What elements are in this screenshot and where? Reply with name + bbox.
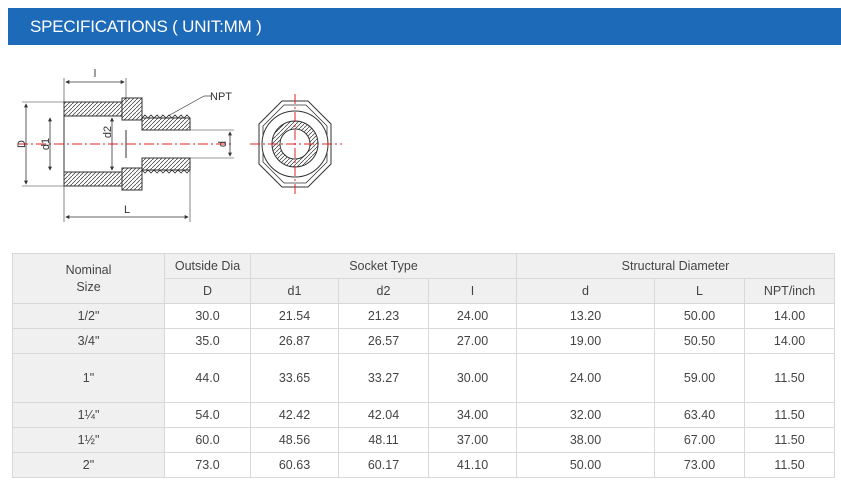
d1-label: d1 [40,138,52,150]
table-group-header-row: Nominal Size Outside Dia Socket Type Str… [12,253,836,304]
table-cell: 50.00 [516,452,655,478]
table-row: 1½" 60.0 48.56 48.11 37.00 38.00 67.00 1… [12,427,836,453]
col-header-D: D [164,278,251,304]
col-header-d: d [516,278,655,304]
d2-label: d2 [102,126,114,138]
table-cell: 54.0 [164,402,251,428]
table-cell: 73.0 [164,452,251,478]
table-cell: 44.0 [164,353,251,403]
col-header-npt-inch: NPT/inch [743,278,836,304]
technical-drawing: NPT D d1 d2 d l L [0,60,360,235]
table-cell: 63.40 [654,402,745,428]
nominal-size-header: Nominal Size [12,253,165,304]
table-cell: 60.63 [250,452,339,478]
table-cell: 32.00 [516,402,655,428]
socket-type-header: Socket Type [250,253,517,279]
size-cell: 1¼" [12,402,165,428]
table-cell: 30.0 [164,303,251,329]
table-cell: 30.00 [428,353,517,403]
table-cell: 13.20 [516,303,655,329]
specifications-table: Nominal Size Outside Dia Socket Type Str… [12,253,836,478]
table-cell: 11.50 [743,353,836,403]
l-label: l [94,68,96,80]
table-cell: 50.50 [654,328,745,354]
table-cell: 14.00 [743,303,836,329]
side-view: NPT D d1 d2 d l L [16,68,234,222]
table-cell: 50.00 [654,303,745,329]
L-label: L [124,204,130,216]
table-cell: 27.00 [428,328,517,354]
table-cell: 11.50 [743,402,836,428]
table-cell: 38.00 [516,427,655,453]
table-cell: 48.11 [338,427,429,453]
d-spigot-label: d [217,141,229,147]
table-cell: 34.00 [428,402,517,428]
table-cell: 21.54 [250,303,339,329]
table-cell: 11.50 [743,427,836,453]
size-cell: 2" [12,452,165,478]
col-header-d2: d2 [338,278,429,304]
table-cell: 59.00 [654,353,745,403]
end-view [250,94,342,194]
table-cell: 26.57 [338,328,429,354]
table-cell: 26.87 [250,328,339,354]
npt-label: NPT [210,91,232,103]
table-cell: 48.56 [250,427,339,453]
table-cell: 19.00 [516,328,655,354]
table-cell: 11.50 [743,452,836,478]
table-row: 2" 73.0 60.63 60.17 41.10 50.00 73.00 11… [12,452,836,478]
table-cell: 67.00 [654,427,745,453]
table-cell: 33.65 [250,353,339,403]
table-cell: 24.00 [428,303,517,329]
header-title: SPECIFICATIONS ( UNIT:MM ) [30,17,262,36]
specifications-header: SPECIFICATIONS ( UNIT:MM ) [8,8,841,45]
table-cell: 60.0 [164,427,251,453]
structural-diameter-header: Structural Diameter [515,253,836,279]
table-cell: 35.0 [164,328,251,354]
table-cell: 33.27 [338,353,429,403]
size-cell: 3/4" [12,328,165,354]
table-cell: 42.04 [338,402,429,428]
size-cell: 1/2" [12,303,165,329]
table-cell: 42.42 [250,402,339,428]
table-cell: 21.23 [338,303,429,329]
table-row: 1/2" 30.0 21.54 21.23 24.00 13.20 50.00 … [12,303,836,329]
size-cell: 1½" [12,427,165,453]
table-cell: 41.10 [428,452,517,478]
col-header-L: L [654,278,745,304]
table-cell: 73.00 [654,452,745,478]
table-row: 1¼" 54.0 42.42 42.04 34.00 32.00 63.40 1… [12,402,836,428]
table-cell: 14.00 [743,328,836,354]
d-outer-label: D [16,140,28,148]
table-cell: 24.00 [516,353,655,403]
table-cell: 60.17 [338,452,429,478]
col-header-d1: d1 [250,278,339,304]
table-cell: 37.00 [428,427,517,453]
size-cell: 1" [12,353,165,403]
col-header-I: I [428,278,517,304]
adapter-drawing-svg: NPT D d1 d2 d l L [16,68,342,222]
outside-dia-header: Outside Dia [164,253,251,279]
table-row: 3/4" 35.0 26.87 26.57 27.00 19.00 50.50 … [12,328,836,354]
table-row: 1" 44.0 33.65 33.27 30.00 24.00 59.00 11… [12,353,836,403]
